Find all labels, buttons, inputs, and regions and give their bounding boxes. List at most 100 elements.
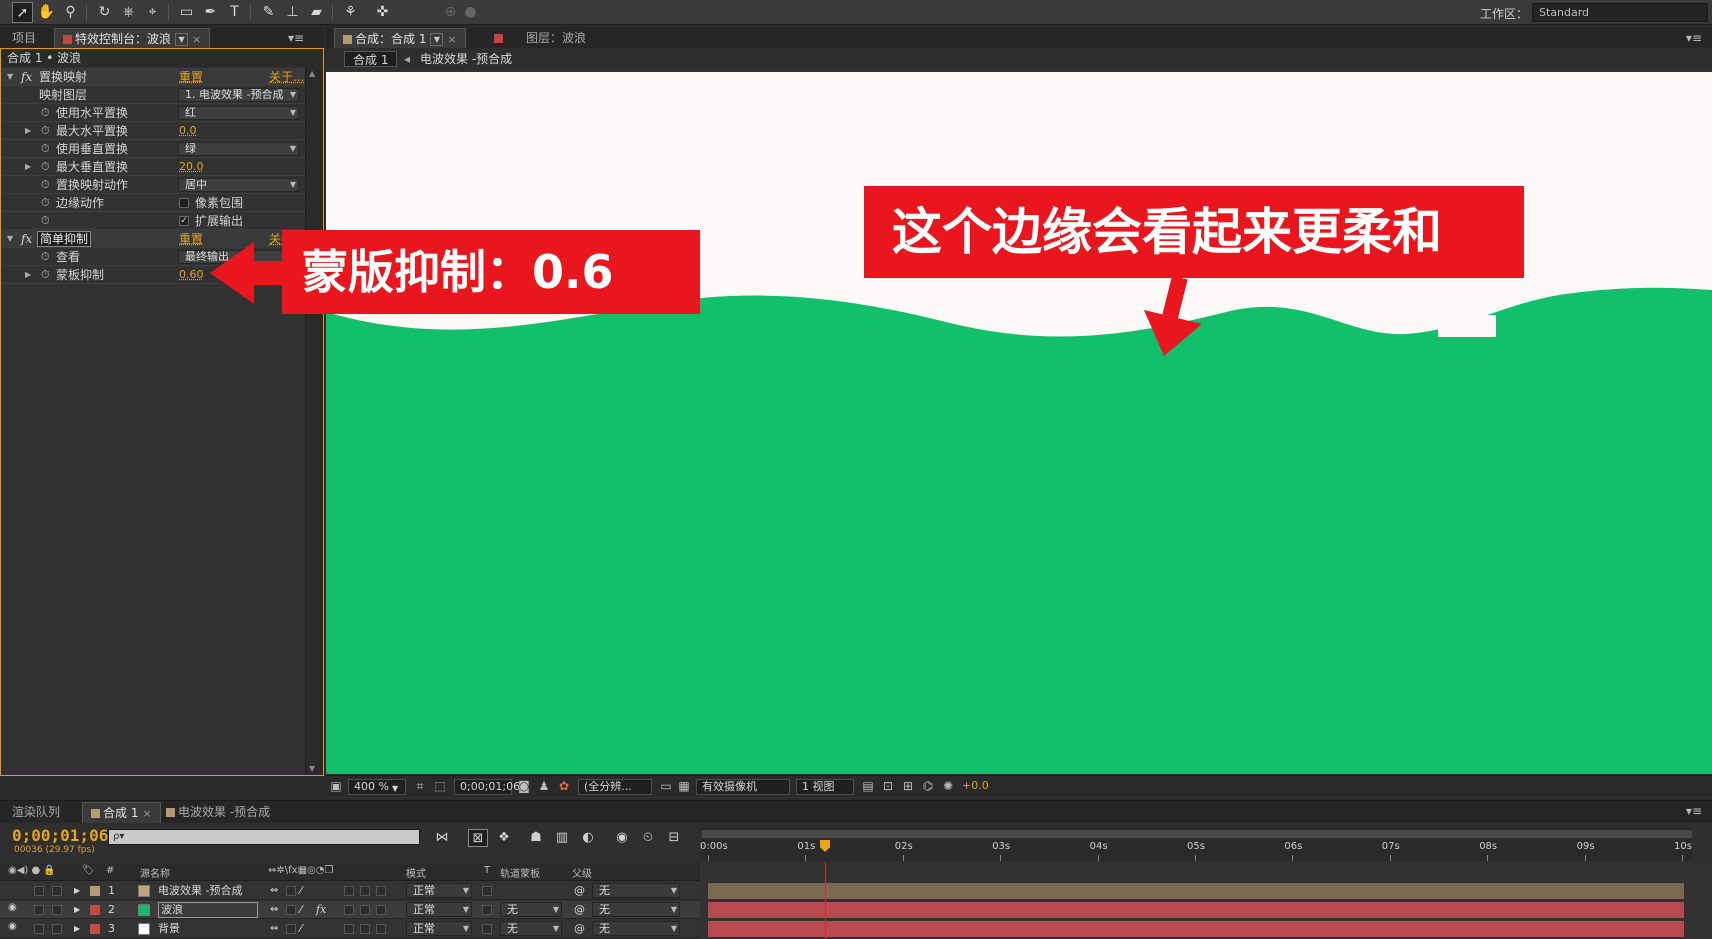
chevron-down-icon[interactable]: ▼ [430, 33, 444, 46]
rectangle-tool-icon[interactable]: ▭ [176, 2, 197, 23]
graph-editor-icon[interactable]: ⊟ [664, 829, 684, 847]
layer-duration-bar[interactable] [708, 921, 1684, 937]
layer-switch-box[interactable] [360, 886, 370, 896]
fast-previews-icon[interactable]: ▭ [658, 779, 674, 795]
audio-toggle[interactable] [34, 886, 44, 896]
expand-triangle-icon[interactable]: ▶ [74, 921, 80, 937]
tab-composition[interactable]: 合成：合成 1 ▼ × [334, 28, 466, 49]
stopwatch-icon[interactable]: ⏱ [41, 176, 50, 194]
motion-blur-icon[interactable]: ◐ [578, 829, 598, 847]
preserve-transparency-toggle[interactable] [482, 905, 492, 915]
flowchart-icon[interactable]: ⌬ [920, 779, 936, 795]
expand-triangle-icon[interactable]: ▼ [7, 230, 13, 248]
tab-precomp[interactable]: 电波效果 -预合成 [158, 802, 278, 823]
layer-switch-box[interactable] [286, 905, 296, 915]
panel-menu-icon[interactable]: ▾≡ [288, 31, 304, 45]
orbit-camera-tool-icon[interactable]: ⎈ [118, 2, 139, 23]
stopwatch-icon[interactable]: ⏱ [41, 158, 50, 176]
breadcrumb-current[interactable]: 合成 1 [344, 51, 398, 67]
tab-comp-1[interactable]: 合成 1 × [82, 802, 161, 823]
use-vertical-select[interactable]: 绿 [178, 142, 299, 156]
timeline-timecode[interactable]: 0;00;01;06 [12, 826, 108, 845]
layer-switch-box[interactable] [344, 886, 354, 896]
resolution-select[interactable]: (全分辨... [578, 779, 652, 795]
blend-mode-select[interactable]: 正常 [406, 921, 472, 936]
eraser-tool-icon[interactable]: ▰ [306, 2, 327, 23]
exposure-icon[interactable]: ✺ [940, 779, 956, 795]
stopwatch-icon[interactable]: ⏱ [41, 104, 50, 122]
stopwatch-icon[interactable]: ⏱ [41, 266, 50, 284]
quality-icon[interactable]: ⁄ [300, 902, 302, 918]
snapshot-icon[interactable]: ◙ [516, 779, 532, 795]
choke-matte-value[interactable]: 0.60 [179, 266, 204, 284]
fx-icon[interactable]: fx [21, 68, 32, 86]
layer-switch-box[interactable] [376, 886, 386, 896]
puppet-pin-tool-icon[interactable]: ✜ [372, 2, 393, 23]
pen-tool-icon[interactable]: ✒ [200, 2, 221, 23]
quality-icon[interactable]: ⁄ [300, 883, 302, 899]
lock-toggle[interactable] [52, 924, 62, 934]
breadcrumb-child[interactable]: 电波效果 -预合成 [412, 51, 520, 67]
rotate-tool-icon[interactable]: ↻ [94, 2, 115, 23]
close-icon[interactable]: × [142, 807, 151, 820]
layer-switch-box[interactable] [286, 924, 296, 934]
roto-brush-tool-icon[interactable]: ⚘ [340, 2, 361, 23]
clone-stamp-tool-icon[interactable]: ⊥ [282, 2, 303, 23]
panel-menu-icon[interactable]: ▾≡ [1686, 804, 1702, 818]
effect-displacement-map[interactable]: ▼ fx 置换映射 重置 关于... [1, 68, 305, 86]
audio-toggle[interactable] [34, 924, 44, 934]
type-tool-icon[interactable]: T [224, 2, 245, 23]
expand-triangle-icon[interactable]: ▼ [7, 68, 13, 86]
composition-viewer[interactable]: 这个边缘会看起来更柔和 [326, 72, 1712, 774]
live-update-icon[interactable]: ⊠ [468, 829, 488, 847]
chevron-down-icon[interactable]: ▼ [175, 33, 189, 46]
camera-select[interactable]: 有效摄像机 [696, 779, 790, 795]
timeline-layer-row[interactable]: ◉ ▶ 3 背景 ⇔ ⁄ 正常 无 @ 无 [0, 920, 700, 938]
layer-label-swatch[interactable] [90, 905, 100, 915]
stopwatch-icon[interactable]: ⏱ [41, 140, 50, 158]
views-select[interactable]: 1 视图 [796, 779, 854, 795]
pan-behind-tool-icon[interactable]: ⌖ [142, 2, 163, 23]
lock-toggle[interactable] [52, 886, 62, 896]
workspace-select[interactable]: Standard [1532, 3, 1708, 22]
about-link[interactable]: 关于... [269, 68, 304, 86]
layer-name[interactable]: 波浪 [158, 902, 258, 918]
fast-preview-icon[interactable]: ⊡ [880, 779, 896, 795]
expand-triangle-icon[interactable]: ▶ [74, 902, 80, 918]
parent-select[interactable]: 无 [592, 883, 680, 898]
exposure-value[interactable]: +0.0 [962, 779, 989, 795]
timeline-icon[interactable]: ⊞ [900, 779, 916, 795]
visibility-eye-icon[interactable]: ◉ [8, 902, 17, 913]
select-tool-icon[interactable]: ➚ [12, 2, 33, 23]
layer-label-swatch[interactable] [90, 886, 100, 896]
use-horizontal-select[interactable]: 红 [178, 106, 299, 120]
tab-project[interactable]: 项目 [4, 28, 44, 49]
map-layer-select[interactable]: 1. 电波效果 -预合成 [178, 88, 299, 102]
stopwatch-icon[interactable]: ⏱ [41, 122, 50, 140]
track-matte-select[interactable]: 无 [500, 921, 562, 936]
brush-tool-icon[interactable]: ✎ [258, 2, 279, 23]
audio-toggle[interactable] [34, 905, 44, 915]
layer-switch-box[interactable] [376, 924, 386, 934]
draft-3d-icon[interactable]: ❖ [494, 829, 514, 847]
channel-icon[interactable]: ✿ [556, 779, 572, 795]
parent-select[interactable]: 无 [592, 921, 680, 936]
close-icon[interactable]: × [192, 33, 201, 46]
max-horizontal-value[interactable]: 0.0 [179, 122, 197, 140]
composition-mini-flowchart-icon[interactable]: ⋈ [432, 829, 452, 847]
layer-name[interactable]: 电波效果 -预合成 [158, 883, 242, 899]
close-icon[interactable]: × [447, 33, 456, 46]
parent-pickwhip-icon[interactable]: @ [574, 921, 585, 937]
fx-icon[interactable]: fx [316, 902, 326, 918]
layer-switch-shy-icon[interactable]: ⇔ [270, 883, 278, 899]
stopwatch-icon[interactable]: ⏱ [41, 212, 50, 230]
fx-icon[interactable]: fx [21, 230, 32, 248]
layer-switch-box[interactable] [344, 924, 354, 934]
stopwatch-icon[interactable]: ⏱ [41, 248, 50, 266]
reset-link[interactable]: 重置 [179, 68, 203, 86]
playhead-line[interactable] [825, 862, 826, 939]
hand-tool-icon[interactable]: ✋ [36, 2, 57, 23]
track-matte-select[interactable]: 无 [500, 902, 562, 917]
blend-mode-select[interactable]: 正常 [406, 902, 472, 917]
always-preview-icon[interactable]: ▣ [328, 779, 344, 795]
